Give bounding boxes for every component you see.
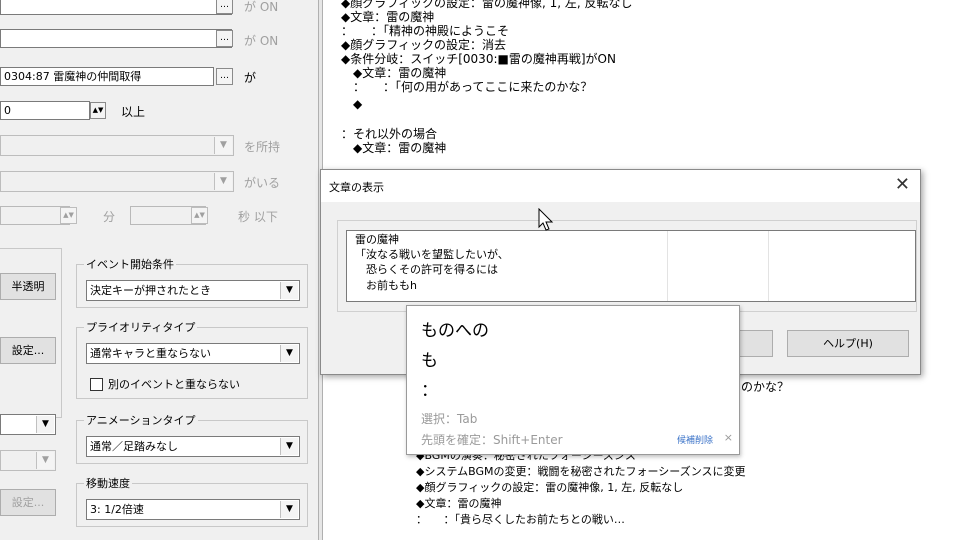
semitransparent-button[interactable]: 半透明 (0, 273, 56, 300)
actor-combo[interactable]: ▼ (0, 171, 234, 192)
list-item[interactable]: ◆ (341, 97, 362, 111)
list-item[interactable]: ◆顔グラフィックの設定：雷の魔神像, 1, 左, 反転なし (405, 481, 683, 495)
line-guide (768, 231, 769, 301)
chevron-down-icon: ▼ (280, 501, 298, 518)
list-item[interactable]: ◆顔グラフィックの設定：消去 (341, 38, 506, 52)
list-item[interactable]: ◆顔グラフィックの設定：雷の魔神像, 1, 左, 反転なし (341, 0, 633, 10)
dialog-titlebar[interactable]: 文章の表示 ✕ (321, 170, 920, 202)
animation-title: アニメーションタイプ (84, 412, 198, 428)
variable-value-spinner[interactable]: ▲▼ (90, 102, 106, 119)
message-line: お前ももh (355, 279, 417, 292)
list-item[interactable]: ◆文章：雷の魔神 (341, 66, 446, 80)
list-item[interactable]: ： ：「何の用があってここに来たのかな？ (341, 80, 592, 94)
ime-candidate[interactable]: ものへの (421, 316, 489, 341)
variable-label: が (244, 71, 257, 85)
message-line: 雷の魔神 (355, 233, 399, 246)
condition-switch1-field[interactable] (0, 0, 232, 15)
list-item[interactable]: ：それ以外の場合 (341, 127, 437, 141)
chevron-down-icon: ▼ (280, 282, 298, 299)
timer-minutes-spinner[interactable]: ▲▼ (60, 207, 77, 224)
chevron-down-icon: ▼ (280, 345, 298, 362)
ime-delete-link[interactable]: 候補削除 (677, 433, 713, 446)
switch2-browse-button[interactable]: … (216, 30, 233, 47)
priority-combo[interactable]: 通常キャラと重ならない ▼ (86, 343, 300, 364)
event-start-combo[interactable]: 決定キーが押されたとき ▼ (86, 280, 300, 301)
actor-present-label: がいる (244, 176, 281, 190)
list-item[interactable]: ◆システムBGMの変更：戦闘を秘密されたフォーシーズンスに変更 (405, 465, 746, 479)
animation-combo[interactable]: 通常／足踏みなし ▼ (86, 436, 300, 457)
help-button[interactable]: ヘルプ(H) (787, 330, 909, 357)
mouse-cursor-icon (538, 208, 554, 231)
above-label: 以上 (121, 105, 146, 119)
separate-event-checkbox[interactable] (90, 378, 103, 391)
animation-value: 通常／足踏みなし (90, 440, 178, 453)
switch1-on-label: が ON (244, 0, 279, 14)
switch2-on-label: が ON (244, 34, 279, 48)
left-combo-2[interactable]: ▼ (0, 450, 56, 471)
list-item[interactable]: ： ：「精神の神殿にようこそ (341, 24, 509, 38)
seconds-label: 秒 以下 (238, 210, 278, 224)
list-item[interactable]: ： ：「貴ら尽くしたお前たちとの戦い… (405, 513, 625, 527)
close-icon[interactable]: × (724, 431, 733, 444)
list-item[interactable]: のかな？ (741, 380, 789, 394)
chevron-down-icon: ▼ (214, 137, 232, 154)
chevron-down-icon: ▼ (36, 452, 54, 469)
ime-candidate-window: ものへの も ： 選択：Tab 先頭を確定：Shift+Enter 候補削除 × (406, 305, 740, 455)
variable-browse-button[interactable]: … (216, 68, 233, 85)
message-line: 恐らくその許可を得るには (355, 263, 498, 276)
event-properties-panel: … が ON … が ON 0304:87 雷魔神の仲間取得 … が 0 ▲▼ … (0, 0, 318, 540)
separate-event-label: 別のイベントと重ならない (108, 378, 240, 391)
speed-value: 3: 1/2倍速 (90, 503, 144, 516)
variable-value-input[interactable]: 0 (0, 101, 90, 120)
priority-title: プライオリティタイプ (84, 319, 198, 335)
left-combo-1[interactable]: ▼ (0, 414, 56, 435)
disabled-settings-button[interactable]: 設定... (0, 489, 56, 516)
chevron-down-icon: ▼ (36, 416, 54, 433)
condition-variable-field[interactable]: 0304:87 雷魔神の仲間取得 (0, 67, 214, 86)
list-item[interactable]: ◆文章：雷の魔神 (405, 497, 501, 511)
chevron-down-icon: ▼ (280, 438, 298, 455)
item-combo[interactable]: ▼ (0, 135, 234, 156)
minutes-label: 分 (103, 210, 116, 224)
message-textarea[interactable]: 雷の魔神 「汝なる戦いを望監したいが、 恐らくその許可を得るには お前ももh (346, 230, 916, 302)
ime-select-hint: 選択：Tab (421, 412, 478, 426)
speed-title: 移動速度 (84, 475, 132, 491)
condition-switch2-field[interactable] (0, 29, 232, 48)
ime-confirm-hint: 先頭を確定：Shift+Enter (421, 433, 563, 447)
message-line: 「汝なる戦いを望監したいが、 (355, 248, 509, 261)
ime-candidate[interactable]: ： (421, 376, 438, 401)
list-item[interactable]: ◆文章：雷の魔神 (341, 10, 434, 24)
timer-seconds-spinner[interactable]: ▲▼ (191, 207, 208, 224)
speed-combo[interactable]: 3: 1/2倍速 ▼ (86, 499, 300, 520)
line-guide (667, 231, 668, 301)
list-item[interactable]: ◆文章：雷の魔神 (341, 141, 446, 155)
switch1-browse-button[interactable]: … (216, 0, 233, 14)
event-start-title: イベント開始条件 (84, 256, 176, 272)
route-settings-button[interactable]: 設定... (0, 337, 56, 364)
chevron-down-icon: ▼ (214, 173, 232, 190)
list-item[interactable]: ◆条件分岐：スイッチ[0030:■雷の魔神再戦]がON (341, 52, 616, 66)
dialog-title: 文章の表示 (329, 181, 384, 194)
item-owned-label: を所持 (244, 140, 281, 154)
priority-value: 通常キャラと重ならない (90, 347, 211, 360)
ime-candidate[interactable]: も (421, 346, 438, 371)
close-icon[interactable]: ✕ (895, 174, 910, 195)
event-start-value: 決定キーが押されたとき (90, 284, 211, 297)
